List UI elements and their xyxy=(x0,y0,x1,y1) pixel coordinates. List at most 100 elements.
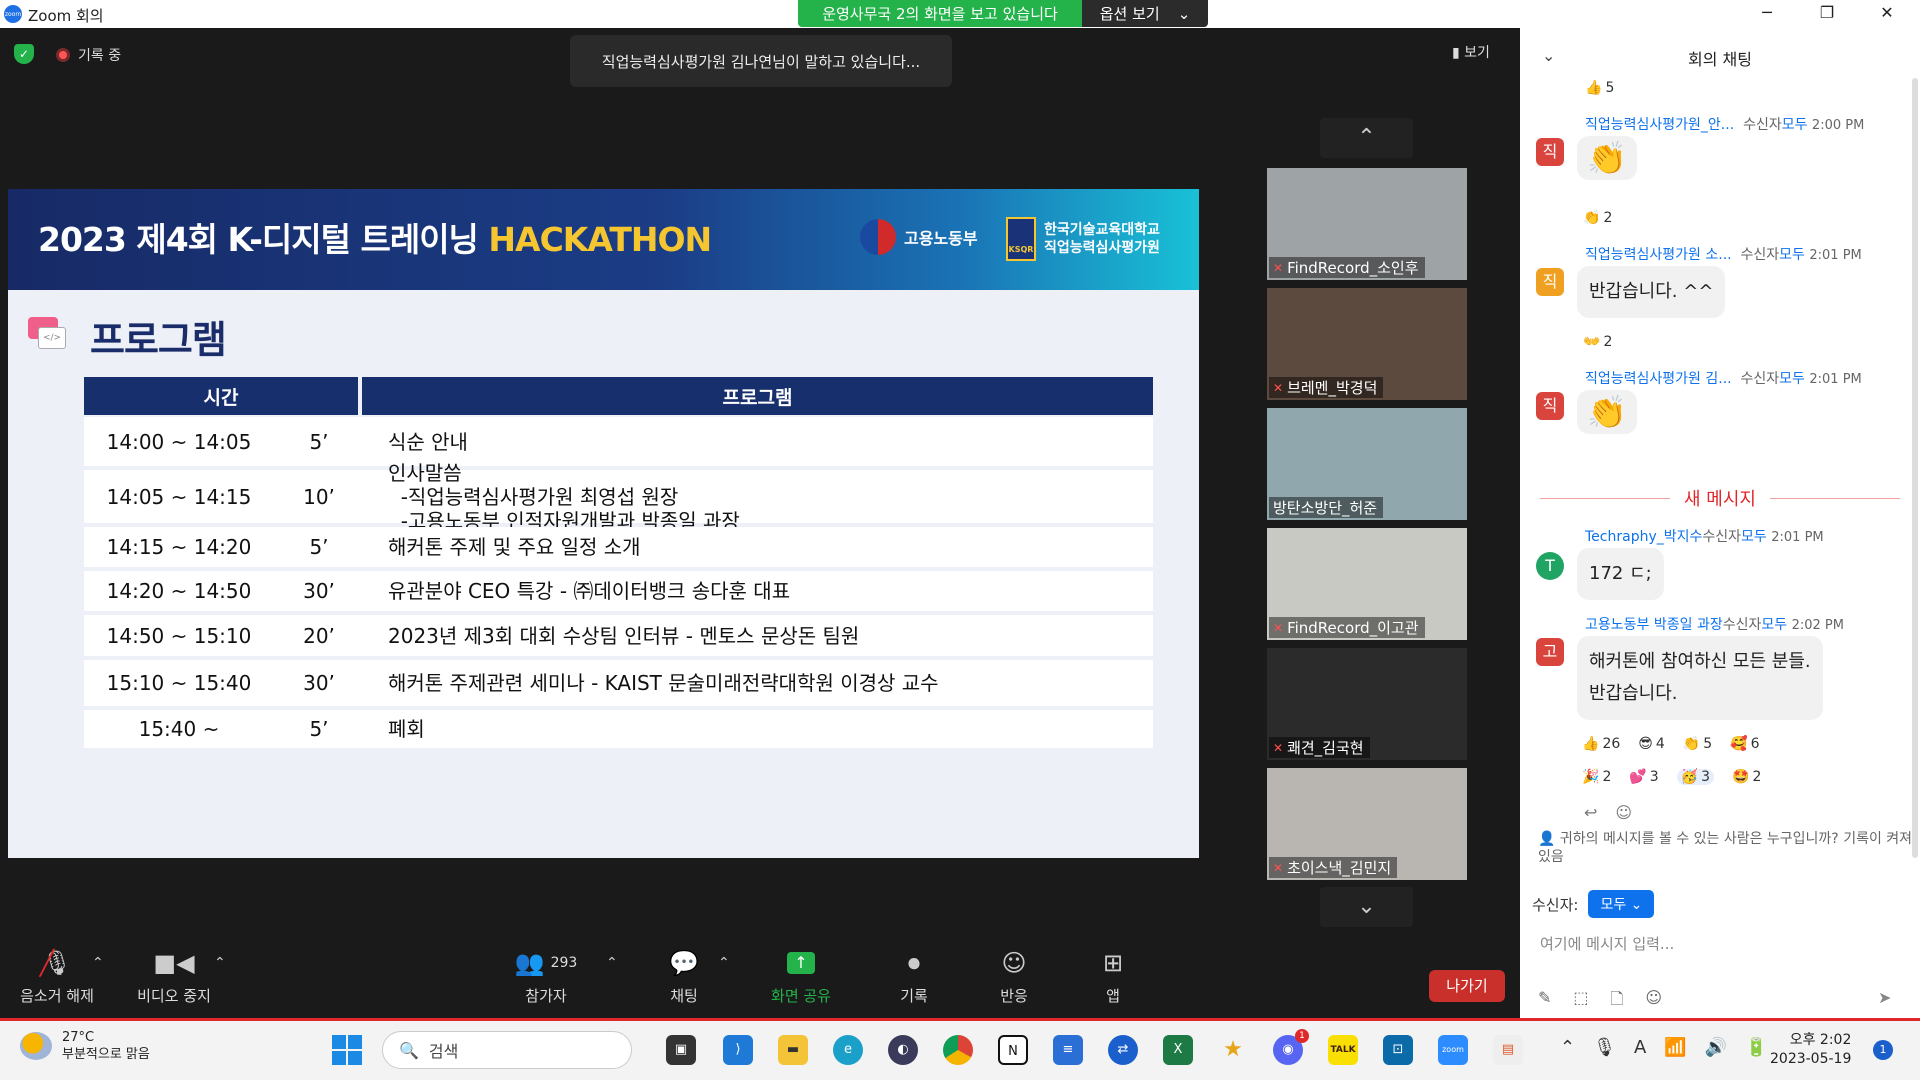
battery-icon[interactable]: 🔋 xyxy=(1745,1037,1767,1058)
avatar: 직 xyxy=(1536,138,1564,166)
message-reaction[interactable]: 👐 2 xyxy=(1583,334,1612,350)
wifi-icon[interactable]: 📶 xyxy=(1664,1037,1686,1058)
sender-name[interactable]: 직업능력심사평가원 김... xyxy=(1585,371,1732,387)
weather-widget[interactable]: 27°C 부분적으로 맑음 xyxy=(20,1029,150,1063)
temperature: 27°C xyxy=(62,1030,95,1045)
vscode-icon[interactable]: ⟩ xyxy=(723,1035,753,1065)
participant-name: 초이스낵_김민지 xyxy=(1287,859,1392,877)
avatar: 직 xyxy=(1536,392,1564,420)
discord-icon[interactable]: ◉ 1 xyxy=(1273,1029,1309,1065)
table-row: 14:00 ~ 14:05 5’ 식순 안내 xyxy=(84,417,1153,466)
add-reaction-icon[interactable]: ☺ xyxy=(1615,803,1632,822)
chat-input[interactable]: 여기에 메시지 입력... xyxy=(1540,933,1674,954)
chat-scrollbar[interactable] xyxy=(1912,78,1918,858)
file-icon[interactable]: 🗋 xyxy=(1611,988,1624,1015)
task-view-icon[interactable]: ▣ xyxy=(666,1035,696,1065)
chrome-icon[interactable] xyxy=(943,1035,973,1065)
notepad-icon[interactable]: ≡ xyxy=(1053,1035,1083,1065)
participant-video-tile[interactable]: ✕ 쾌견_김국현 xyxy=(1267,648,1467,760)
minimize-button[interactable]: ─ xyxy=(1744,3,1790,22)
participant-video-tile[interactable]: ✕ FindRecord_소인후 xyxy=(1267,168,1467,280)
teamviewer-icon[interactable]: ⇄ xyxy=(1108,1035,1138,1065)
audio-options-caret[interactable]: ⌃ xyxy=(92,955,104,971)
emoji-icon[interactable]: ☺ xyxy=(1645,988,1662,1015)
record-button[interactable]: ⏺ 기록 xyxy=(859,945,969,1006)
leave-button[interactable]: 나가기 xyxy=(1429,970,1505,1002)
taskbar-clock[interactable]: 오후 2:02 2023-05-19 xyxy=(1770,1031,1851,1069)
sender-name[interactable]: 직업능력심사평가원 소... xyxy=(1585,247,1732,263)
speaker-icon[interactable]: 🔊 xyxy=(1705,1037,1727,1058)
kakaotalk-icon[interactable]: TALK xyxy=(1328,1035,1358,1065)
zoom-taskbar-icon[interactable]: zoom xyxy=(1438,1035,1468,1065)
reaction-row: 👍 26 😎 4 👏 5 🥰 6 xyxy=(1582,736,1760,752)
apps-button[interactable]: ⊞ 앱 xyxy=(1058,945,1168,1006)
video-options-caret[interactable]: ⌃ xyxy=(214,955,226,971)
party-face-icon: 🥳 xyxy=(1680,769,1699,785)
participant-video-tile[interactable]: ✕ 초이스낵_김민지 xyxy=(1267,768,1467,880)
eclipse-icon[interactable]: ◐ xyxy=(888,1035,918,1065)
participant-video-tile[interactable]: ✕ 브레멘_박경덕 xyxy=(1267,288,1467,400)
edge-icon[interactable]: e xyxy=(833,1035,863,1065)
participant-video-tile[interactable]: 방탄소방단_허준 xyxy=(1267,408,1467,520)
recipient-dropdown[interactable]: 모두 ⌄ xyxy=(1588,890,1655,918)
send-icon[interactable]: ➤ xyxy=(1878,988,1891,1007)
excel-icon[interactable]: X xyxy=(1163,1035,1193,1065)
star-app-icon[interactable]: ★ xyxy=(1218,1035,1248,1065)
participant-video-tile[interactable]: ✕ FindRecord_이고관 xyxy=(1267,528,1467,640)
reactions-button[interactable]: ☺ 반응 xyxy=(959,945,1069,1006)
docker-icon[interactable]: ⊡ xyxy=(1383,1035,1413,1065)
time-cell: 14:20 ~ 14:50 xyxy=(106,579,252,603)
privacy-note[interactable]: 👤 귀하의 메시지를 볼 수 있는 사람은 누구입니까? 기록이 켜져 있음 xyxy=(1538,830,1913,866)
participant-name-tag: 방탄소방단_허준 xyxy=(1269,497,1384,518)
muted-mic-icon: ✕ xyxy=(1273,860,1284,875)
two-hearts-icon: 💕 xyxy=(1629,769,1647,785)
input-method-icon[interactable]: A xyxy=(1634,1037,1646,1058)
reaction-chip[interactable]: 🥰 6 xyxy=(1730,736,1759,752)
notion-icon[interactable]: N xyxy=(998,1035,1028,1065)
participants-options-caret[interactable]: ⌃ xyxy=(606,955,618,971)
format-icon[interactable]: ✎ xyxy=(1538,988,1551,1015)
notification-badge[interactable]: 1 xyxy=(1873,1040,1893,1060)
chat-options-caret[interactable]: ⌃ xyxy=(718,955,730,971)
microphone-icon[interactable]: 🎙 xyxy=(1593,1037,1616,1058)
maximize-button[interactable]: ❐ xyxy=(1804,3,1850,22)
sender-name[interactable]: 고용노동부 박종일 과장 xyxy=(1585,617,1723,633)
chat-message: 해커톤에 참여하신 모든 분들. 반갑습니다. xyxy=(1577,636,1823,720)
sender-name[interactable]: 직업능력심사평가원_안... xyxy=(1585,117,1734,133)
windows-start-icon[interactable] xyxy=(332,1035,362,1065)
screenshot-icon[interactable]: ⬚ xyxy=(1573,988,1588,1015)
top-reaction[interactable]: 👍 5 xyxy=(1585,80,1614,96)
reaction-chip[interactable]: 🤩 2 xyxy=(1732,769,1761,785)
recording-label: 기록 중 xyxy=(78,48,122,64)
close-button[interactable]: ✕ xyxy=(1864,3,1910,22)
reaction-chip[interactable]: 🥳 3 xyxy=(1676,769,1715,785)
thumbnail-scroll-down-button[interactable]: ⌄ xyxy=(1320,887,1413,927)
file-explorer-icon[interactable]: ▬ xyxy=(778,1035,808,1065)
recording-indicator[interactable]: 기록 중 xyxy=(56,45,121,65)
zoom-logo-icon: zoom xyxy=(4,5,22,23)
program-cell: 폐회 xyxy=(388,717,425,741)
message-reaction[interactable]: 👏 2 xyxy=(1583,210,1612,226)
participant-name-tag: ✕ 브레멘_박경덕 xyxy=(1269,377,1384,398)
view-options-button[interactable]: 옵션 보기 ⌄ xyxy=(1082,0,1208,27)
participants-button[interactable]: 👥 293 참가자 xyxy=(491,945,601,1006)
reaction-chip[interactable]: 🎉 2 xyxy=(1582,769,1611,785)
taskbar-search[interactable]: 🔍 검색 xyxy=(382,1031,632,1069)
chat-label: 채팅 xyxy=(670,987,698,1005)
view-button[interactable]: ▮ 보기 xyxy=(1452,42,1490,62)
share-screen-label: 화면 공유 xyxy=(771,987,831,1005)
chevron-up-icon[interactable]: ⌃ xyxy=(1560,1037,1575,1058)
reaction-count: 2 xyxy=(1603,210,1613,226)
reaction-chip[interactable]: 👏 5 xyxy=(1683,736,1712,752)
powerpoint-icon[interactable]: ▤ xyxy=(1493,1035,1523,1065)
thumbnail-scroll-up-button[interactable]: ⌃ xyxy=(1320,118,1413,158)
stop-video-button[interactable]: ■◀ 비디오 중지 xyxy=(119,945,229,1006)
muted-mic-icon: ✕ xyxy=(1273,740,1284,755)
sender-name[interactable]: Techraphy_박지수 xyxy=(1585,529,1702,545)
reaction-chip[interactable]: 😎 4 xyxy=(1638,736,1665,752)
share-screen-button[interactable]: ↑ 화면 공유 xyxy=(746,945,856,1006)
reply-icon[interactable]: ↩ xyxy=(1584,803,1597,822)
reaction-chip[interactable]: 💕 3 xyxy=(1629,769,1658,785)
reaction-chip[interactable]: 👍 26 xyxy=(1582,736,1620,752)
security-shield-icon[interactable]: ✓ xyxy=(14,44,34,64)
